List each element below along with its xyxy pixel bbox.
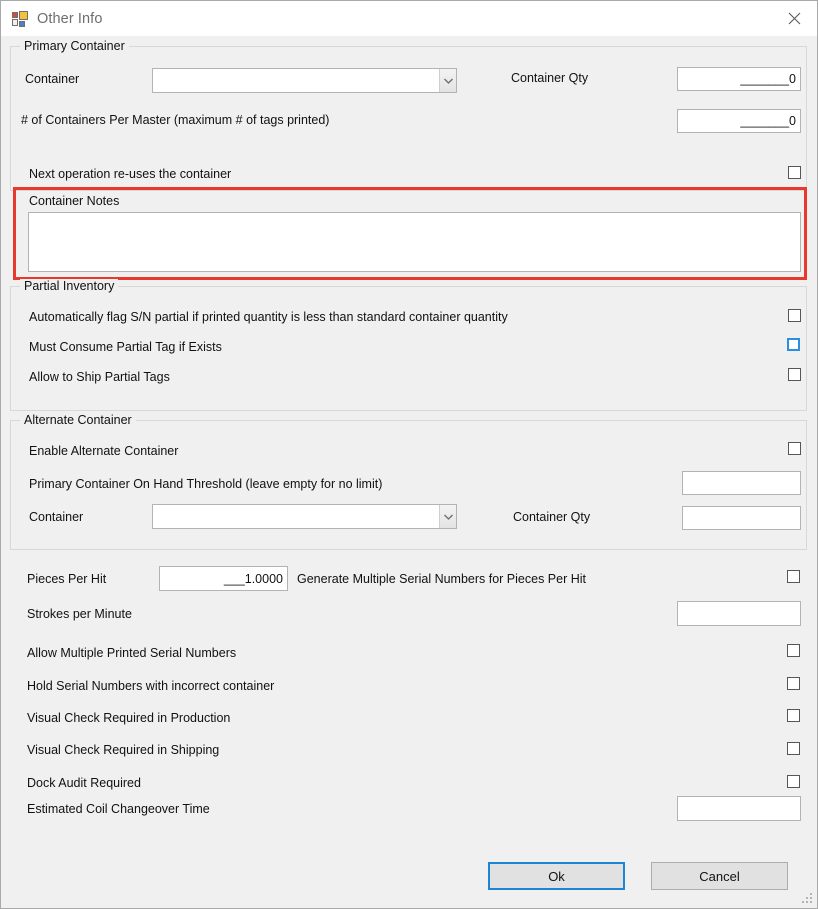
primary-container-qty-input[interactable] [677,67,801,91]
group-primary-container-legend: Primary Container [20,39,129,53]
cancel-button-label: Cancel [699,868,740,884]
ok-button[interactable]: Ok [488,862,625,890]
alternate-container-qty-label: Container Qty [513,510,591,524]
dialog-content: Primary Container Container Container Qt… [1,36,817,908]
misc-row-3-checkbox[interactable] [787,742,800,755]
pieces-per-hit-input[interactable] [159,566,288,591]
on-hand-threshold-label: Primary Container On Hand Threshold (lea… [29,477,383,491]
container-notes-label: Container Notes [29,194,120,208]
group-partial-inventory-legend: Partial Inventory [20,279,119,293]
chevron-down-icon[interactable] [439,69,456,92]
partial-row-2-label: Allow to Ship Partial Tags [29,370,170,384]
misc-row-1-label: Hold Serial Numbers with incorrect conta… [27,679,275,693]
generate-multiple-serials-checkbox[interactable] [787,570,800,583]
alternate-container-label: Container [29,510,84,524]
alternate-container-combobox[interactable] [152,504,457,529]
misc-row-2-label: Visual Check Required in Production [27,711,231,725]
coil-changeover-label: Estimated Coil Changeover Time [27,802,210,816]
alternate-container-qty-input[interactable] [682,506,801,530]
title-bar: Other Info [1,1,817,36]
ok-button-label: Ok [548,868,565,884]
primary-container-combobox[interactable] [152,68,457,93]
reuse-container-label: Next operation re-uses the container [29,167,232,181]
primary-container-label: Container [25,72,80,86]
misc-row-4-label: Dock Audit Required [27,776,141,790]
window-title: Other Info [37,10,103,27]
primary-container-qty-label: Container Qty [511,71,589,85]
reuse-container-checkbox[interactable] [788,166,801,179]
misc-row-0-label: Allow Multiple Printed Serial Numbers [27,646,237,660]
misc-row-1-checkbox[interactable] [787,677,800,690]
containers-per-master-input[interactable] [677,109,801,133]
pieces-per-hit-label: Pieces Per Hit [27,572,107,586]
enable-alternate-container-checkbox[interactable] [788,442,801,455]
strokes-per-minute-label: Strokes per Minute [27,607,132,621]
cancel-button[interactable]: Cancel [651,862,788,890]
partial-row-1-checkbox[interactable] [787,338,800,351]
primary-container-combobox-value [153,69,439,92]
partial-row-0-label: Automatically flag S/N partial if printe… [29,310,508,324]
partial-row-1-label: Must Consume Partial Tag if Exists [29,340,222,354]
close-icon[interactable] [771,1,817,35]
chevron-down-icon[interactable] [439,505,456,528]
containers-per-master-label: # of Containers Per Master (maximum # of… [21,113,330,127]
enable-alternate-container-label: Enable Alternate Container [29,444,179,458]
alternate-container-combobox-value [153,505,439,528]
misc-row-2-checkbox[interactable] [787,709,800,722]
partial-row-0-checkbox[interactable] [788,309,801,322]
container-notes-textarea[interactable] [28,212,801,272]
generate-multiple-serials-label: Generate Multiple Serial Numbers for Pie… [297,572,587,586]
resize-grip[interactable] [801,893,813,905]
misc-row-4-checkbox[interactable] [787,775,800,788]
forms-app-icon [12,10,28,27]
on-hand-threshold-input[interactable] [682,471,801,495]
misc-row-0-checkbox[interactable] [787,644,800,657]
coil-changeover-input[interactable] [677,796,801,821]
other-info-dialog: Other Info Primary Container Container C… [0,0,818,909]
misc-row-3-label: Visual Check Required in Shipping [27,743,220,757]
partial-row-2-checkbox[interactable] [788,368,801,381]
group-alternate-container-legend: Alternate Container [20,413,136,427]
strokes-per-minute-input[interactable] [677,601,801,626]
